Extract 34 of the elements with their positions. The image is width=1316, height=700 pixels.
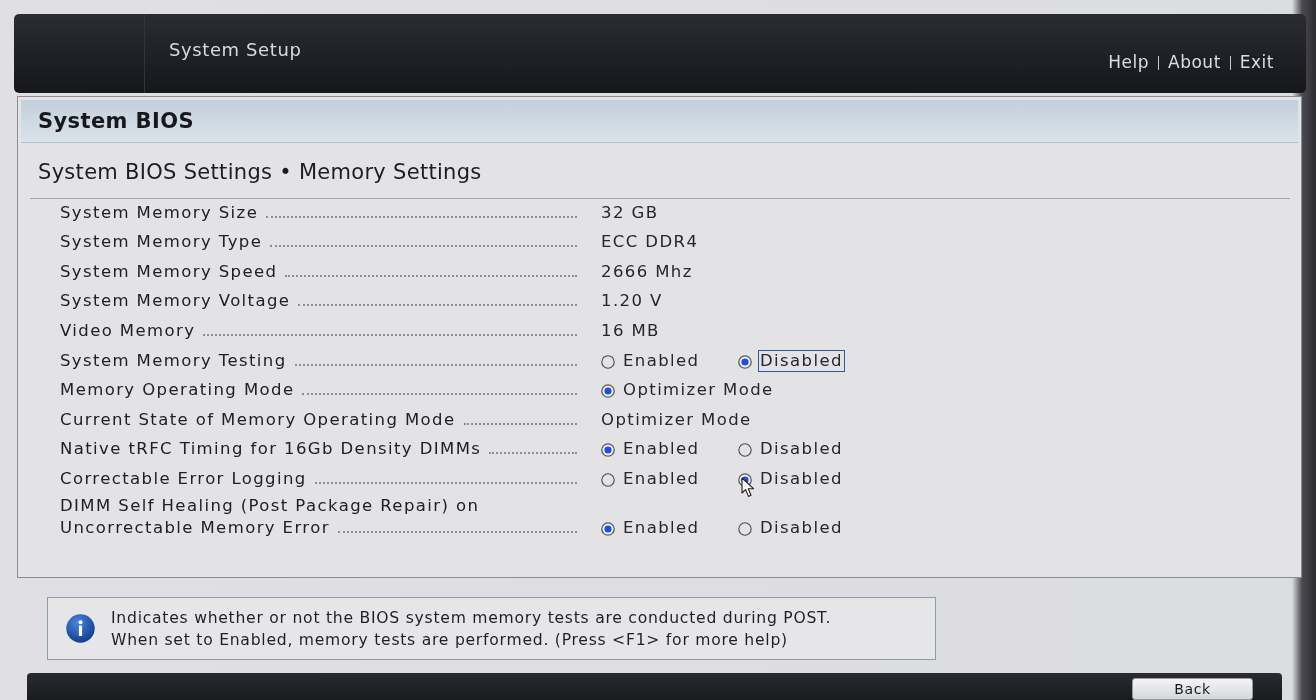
radio-option[interactable]: Enabled	[601, 467, 738, 490]
setting-label: System Memory Testing	[60, 349, 287, 372]
radio-option[interactable]: Optimizer Mode	[601, 379, 776, 402]
setting-label: System Memory Speed	[60, 260, 278, 283]
setting-label: System Memory Type	[60, 231, 263, 254]
setting-label: Correctable Error Logging	[60, 467, 307, 490]
panel-title: System BIOS	[38, 109, 194, 133]
radio-option[interactable]: Disabled	[738, 516, 875, 539]
setting-value: Optimizer Mode	[601, 408, 752, 431]
setting-label: Current State of Memory Operating Mode	[60, 408, 456, 431]
radio-option[interactable]: Enabled	[601, 516, 738, 539]
setting-label: System Memory Voltage	[60, 290, 291, 313]
header-link[interactable]: About	[1168, 51, 1221, 73]
header-title: System Setup	[169, 39, 302, 61]
help-text: Indicates whether or not the BIOS system memory tests are conducted during POST. When set to Enabled, memory tests are performed. (Press <F1> for more help)	[111, 607, 832, 651]
radio-option[interactable]: Disabled	[738, 467, 875, 490]
setting-label: Video Memory	[60, 319, 196, 342]
setting-value: 2666 Mhz	[601, 260, 693, 283]
setting-value: 32 GB	[601, 201, 659, 224]
back-button[interactable]: Back	[1132, 678, 1253, 700]
radio-option[interactable]: Enabled	[601, 349, 738, 372]
header-link[interactable]: Exit	[1239, 51, 1274, 73]
setting-label: Native tRFC Timing for 16Gb Density DIMMs	[60, 438, 482, 461]
radio-option[interactable]: Enabled	[601, 438, 738, 461]
header-link[interactable]: Help	[1108, 51, 1150, 73]
radio-option[interactable]: Disabled	[738, 438, 875, 461]
setting-value: 16 MB	[601, 319, 660, 342]
page-subtitle: System BIOS Settings • Memory Settings	[38, 159, 482, 186]
setting-value: 1.20 V	[601, 290, 663, 313]
setting-label: DIMM Self Healing (Post Package Repair) on Uncorrectable Memory Error	[60, 494, 481, 539]
setting-label: System Memory Size	[60, 201, 259, 224]
setting-label: Memory Operating Mode	[60, 379, 295, 402]
setting-value: ECC DDR4	[601, 231, 699, 254]
info-icon	[66, 614, 95, 643]
